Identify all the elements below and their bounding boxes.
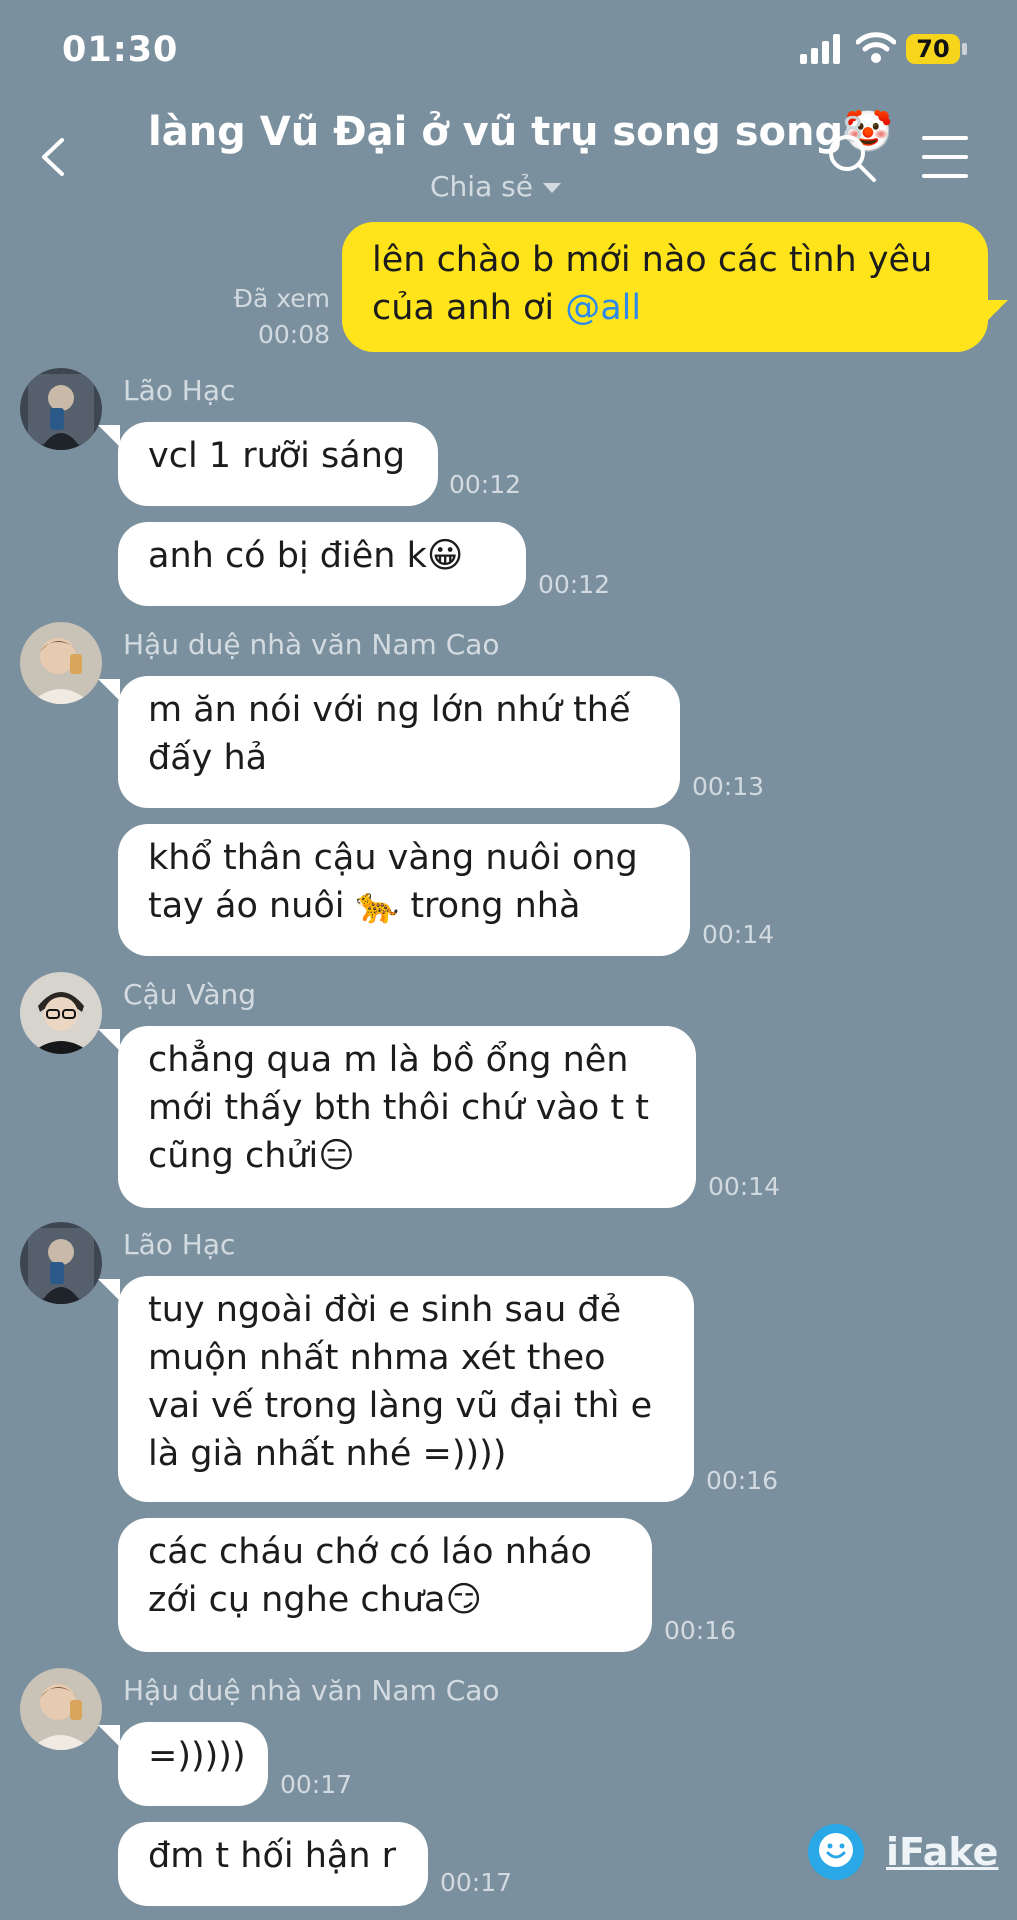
bubble-tail bbox=[98, 1029, 120, 1051]
message-time: 00:08 bbox=[257, 320, 330, 349]
message-text: m ăn nói với ng lớn nhứ thế đấy hả bbox=[148, 690, 631, 778]
chat-title[interactable]: làng Vũ Đại ở vũ trụ song song🤡 bbox=[148, 108, 893, 155]
sender-name: Lão Hạc bbox=[123, 1228, 236, 1261]
message-time: 00:13 bbox=[692, 772, 765, 801]
message-bubble[interactable]: anh có bị điên k😀 bbox=[118, 522, 526, 606]
cellular-signal-icon bbox=[800, 34, 840, 64]
bubble-tail bbox=[98, 425, 120, 447]
message-time: 00:16 bbox=[706, 1466, 779, 1495]
mention-all[interactable]: @all bbox=[565, 288, 641, 328]
message-time: 00:12 bbox=[449, 470, 522, 499]
message-time: 00:16 bbox=[664, 1616, 737, 1645]
message-bubble[interactable]: tuy ngoài đời e sinh sau đẻ muộn nhất nh… bbox=[118, 1276, 694, 1502]
bubble-tail bbox=[98, 1725, 120, 1747]
avatar-cau-vang[interactable] bbox=[20, 972, 102, 1054]
chat-header: làng Vũ Đại ở vũ trụ song song🤡 8 Chia s… bbox=[0, 100, 1017, 215]
message-bubble[interactable]: đm t hối hận r bbox=[118, 1822, 428, 1906]
message-time: 00:14 bbox=[702, 920, 775, 949]
search-icon[interactable] bbox=[824, 130, 880, 186]
sender-name: Hậu duệ nhà văn Nam Cao bbox=[123, 1674, 500, 1707]
seen-status: Đã xem bbox=[233, 284, 330, 313]
message-text: tuy ngoài đời e sinh sau đẻ muộn nhất nh… bbox=[148, 1290, 653, 1474]
message-bubble[interactable]: m ăn nói với ng lớn nhứ thế đấy hả bbox=[118, 676, 680, 808]
message-text: anh có bị điên k😀 bbox=[148, 536, 464, 576]
ifake-watermark: iFake bbox=[806, 1822, 1006, 1882]
bubble-tail bbox=[98, 1279, 120, 1301]
avatar-hau-due[interactable] bbox=[20, 622, 102, 704]
message-bubble[interactable]: khổ thân cậu vàng nuôi ong tay áo nuôi 🐆… bbox=[118, 824, 690, 956]
chevron-down-icon bbox=[542, 183, 561, 193]
avatar-lao-hac[interactable] bbox=[20, 368, 102, 450]
sender-name: Hậu duệ nhà văn Nam Cao bbox=[123, 628, 500, 661]
watermark-text: iFake bbox=[886, 1830, 999, 1874]
message-bubble[interactable]: chẳng qua m là bồ ổng nên mới thấy bth t… bbox=[118, 1026, 696, 1208]
share-label: Chia sẻ bbox=[430, 170, 533, 203]
back-button[interactable] bbox=[30, 132, 80, 182]
status-bar: 01:30 70 bbox=[0, 0, 1017, 100]
avatar-hau-due[interactable] bbox=[20, 1668, 102, 1750]
menu-icon[interactable] bbox=[922, 132, 968, 182]
status-time: 01:30 bbox=[62, 30, 179, 70]
message-text: các cháu chớ có láo nháo zới cụ nghe chư… bbox=[148, 1532, 592, 1620]
battery-level: 70 bbox=[916, 35, 950, 63]
message-time: 00:17 bbox=[440, 1868, 513, 1897]
message-time: 00:14 bbox=[708, 1172, 781, 1201]
message-bubble[interactable]: các cháu chớ có láo nháo zới cụ nghe chư… bbox=[118, 1518, 652, 1652]
bubble-tail bbox=[98, 679, 120, 701]
message-text: vcl 1 rưỡi sáng bbox=[148, 436, 406, 476]
battery-indicator: 70 bbox=[906, 34, 968, 64]
share-button[interactable]: Chia sẻ bbox=[430, 170, 561, 203]
message-time: 00:12 bbox=[538, 570, 611, 599]
my-message-bubble[interactable]: lên chào b mới nào các tình yêu của anh … bbox=[342, 222, 988, 352]
message-text: chẳng qua m là bồ ổng nên mới thấy bth t… bbox=[148, 1040, 649, 1176]
message-text: =))))) bbox=[148, 1736, 246, 1776]
message-bubble[interactable]: =))))) bbox=[118, 1722, 268, 1806]
message-text: lên chào b mới nào các tình yêu của anh … bbox=[372, 240, 933, 328]
sender-name: Lão Hạc bbox=[123, 374, 236, 407]
avatar-lao-hac[interactable] bbox=[20, 1222, 102, 1304]
sender-name: Cậu Vàng bbox=[123, 978, 257, 1011]
smiley-logo-icon bbox=[808, 1824, 864, 1880]
message-text: đm t hối hận r bbox=[148, 1836, 397, 1876]
bubble-tail bbox=[986, 300, 1008, 322]
message-text: khổ thân cậu vàng nuôi ong tay áo nuôi 🐆… bbox=[148, 838, 638, 926]
message-time: 00:17 bbox=[280, 1770, 353, 1799]
message-bubble[interactable]: vcl 1 rưỡi sáng bbox=[118, 422, 438, 506]
wifi-icon bbox=[856, 32, 896, 63]
